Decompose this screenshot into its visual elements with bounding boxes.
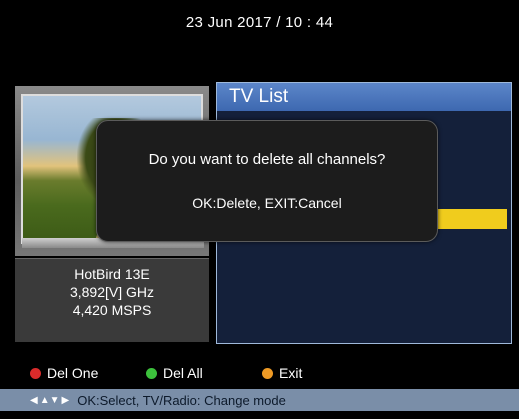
dialog-question: Do you want to delete all channels? <box>148 151 386 168</box>
orange-key-icon <box>262 367 273 379</box>
exit-button[interactable]: Exit <box>262 365 302 381</box>
del-all-label: Del All <box>163 365 203 381</box>
key-legend: Del One Del All Exit <box>0 365 519 387</box>
del-one-label: Del One <box>47 365 99 381</box>
help-text: OK:Select, TV/Radio: Change mode <box>77 392 286 408</box>
navigation-icons: ◀ ▲▼ ▶ <box>30 395 69 406</box>
dialog-hint: OK:Delete, EXIT:Cancel <box>192 195 342 211</box>
red-key-icon <box>30 367 41 379</box>
tv-list-title: TV List <box>217 83 511 111</box>
right-arrow-icon: ▶ <box>61 394 70 406</box>
left-arrow-icon: ◀ <box>30 394 38 406</box>
satellite-symbol-rate: 4,420 MSPS <box>72 302 152 318</box>
up-down-arrow-icon: ▲▼ <box>39 394 60 406</box>
exit-label: Exit <box>279 365 303 381</box>
satellite-name: HotBird 13E <box>74 266 150 282</box>
help-bar: ◀ ▲▼ ▶ OK:Select, TV/Radio: Change mode <box>0 389 519 411</box>
delete-all-confirm-dialog: Do you want to delete all channels? OK:D… <box>96 120 438 242</box>
date-time-display: 23 Jun 2017 / 10 : 44 <box>185 14 334 31</box>
del-all-button[interactable]: Del All <box>146 365 203 381</box>
del-one-button[interactable]: Del One <box>30 365 98 381</box>
satellite-frequency: 3,892[V] GHz <box>69 284 155 300</box>
satellite-info-panel: HotBird 13E 3,892[V] GHz 4,420 MSPS <box>15 258 209 342</box>
green-key-icon <box>146 367 157 379</box>
